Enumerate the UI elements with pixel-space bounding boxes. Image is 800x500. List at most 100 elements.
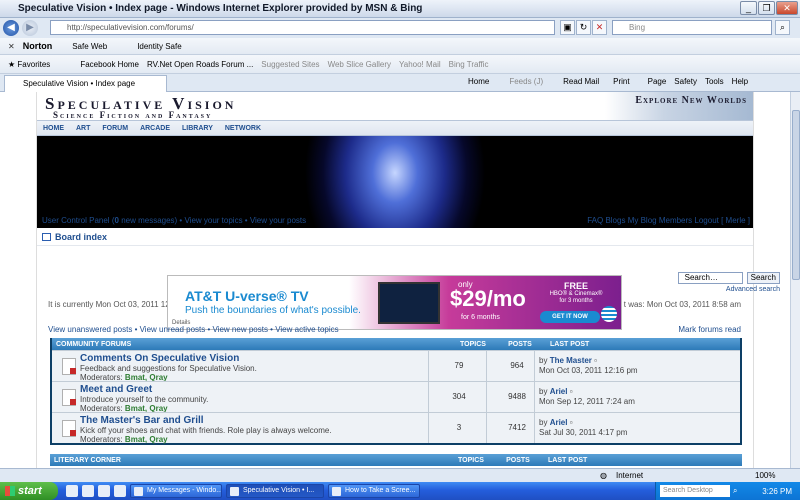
compat-view-icon[interactable]: ▣ bbox=[560, 20, 575, 35]
safe-web-button[interactable]: Safe Web bbox=[72, 42, 107, 51]
forum-title[interactable]: Comments On Speculative Vision bbox=[80, 353, 257, 364]
col-posts: POSTS bbox=[506, 456, 530, 464]
your-topics-link[interactable]: View your topics bbox=[184, 216, 242, 225]
last-post-author[interactable]: Ariel bbox=[550, 387, 568, 396]
system-tray: Search Desktop ⌕ 3:26 PM bbox=[655, 482, 800, 500]
nav-arcade[interactable]: ARCADE bbox=[140, 125, 170, 132]
home-button[interactable]: Home bbox=[468, 77, 489, 86]
fav-item-webslice[interactable]: Web Slice Gallery bbox=[328, 60, 391, 69]
page-menu[interactable]: Page bbox=[648, 77, 667, 86]
forum-row: The Master's Bar and Grill Kick off your… bbox=[52, 412, 740, 444]
word-quicklaunch-icon[interactable] bbox=[66, 485, 78, 497]
new-messages-link[interactable]: new messages bbox=[121, 216, 174, 225]
search-icon[interactable]: ⌕ bbox=[733, 486, 737, 496]
ad-cta-button[interactable]: GET IT NOW bbox=[540, 311, 600, 323]
minimize-button[interactable]: _ bbox=[740, 1, 757, 15]
zoom-level[interactable]: 100% bbox=[755, 471, 775, 480]
taskbar-item-screenshot-howto[interactable]: How to Take a Scree... bbox=[328, 484, 420, 498]
tools-menu[interactable]: Tools bbox=[705, 77, 724, 86]
print-button[interactable]: Print bbox=[613, 77, 629, 86]
forum-description: Kick off your shoes and chat with friend… bbox=[80, 426, 332, 435]
nav-forum[interactable]: FORUM bbox=[102, 125, 128, 132]
page-viewport: Speculative Vision Science Fiction and F… bbox=[0, 92, 790, 468]
forum-category-title[interactable]: COMMUNITY FORUMS bbox=[56, 341, 444, 348]
topics-count: 304 bbox=[452, 392, 466, 401]
quick-links[interactable]: View unanswered posts • View unread post… bbox=[48, 325, 339, 334]
ie-quicklaunch-icon[interactable] bbox=[82, 485, 94, 497]
fav-item-suggested[interactable]: Suggested Sites bbox=[261, 60, 319, 69]
forum-title[interactable]: The Master's Bar and Grill bbox=[80, 415, 332, 426]
forward-button[interactable]: ▶ bbox=[22, 20, 38, 36]
ad-free-sub: HBO® & Cinemax® for 3 months bbox=[549, 291, 603, 304]
fav-item-bing-traffic[interactable]: Bing Traffic bbox=[449, 60, 489, 69]
your-posts-link[interactable]: View your posts bbox=[250, 216, 306, 225]
my-blog-link[interactable]: My Blog bbox=[628, 216, 657, 225]
read-mail-button[interactable]: Read Mail bbox=[563, 77, 599, 86]
forum-search-input[interactable]: Search… bbox=[677, 272, 743, 284]
identity-safe-button[interactable]: Identity Safe bbox=[137, 42, 181, 51]
maximize-button[interactable]: ❐ bbox=[758, 1, 775, 15]
advanced-search-link[interactable]: Advanced search bbox=[726, 286, 780, 293]
literary-corner-block: LITERARY CORNER TOPICS POSTS LAST POST bbox=[50, 454, 742, 466]
close-toolbar-icon[interactable]: ✕ bbox=[8, 42, 15, 51]
window-titlebar: Speculative Vision • Index page - Window… bbox=[0, 0, 800, 18]
vertical-scrollbar[interactable] bbox=[790, 92, 800, 468]
clock[interactable]: 3:26 PM bbox=[762, 487, 792, 496]
nav-library[interactable]: LIBRARY bbox=[182, 125, 213, 132]
start-button[interactable]: start bbox=[0, 482, 58, 500]
bing-search-input[interactable]: Bing bbox=[612, 20, 772, 35]
favorites-button[interactable]: ★ Favorites bbox=[8, 60, 50, 69]
last-post-date: Mon Oct 03, 2011 12:16 pm bbox=[539, 366, 638, 375]
col-topics: TOPICS bbox=[458, 456, 484, 464]
taskbar-item-speculative-vision[interactable]: Speculative Vision • I... bbox=[226, 484, 324, 498]
blogs-link[interactable]: Blogs bbox=[605, 216, 625, 225]
fav-item-facebook[interactable]: Facebook Home bbox=[80, 60, 139, 69]
ucp-link[interactable]: User Control Panel bbox=[42, 216, 110, 225]
mark-forums-read-link[interactable]: Mark forums read bbox=[678, 325, 741, 334]
windows-taskbar: start My Messages - Windo... Speculative… bbox=[0, 482, 800, 500]
forum-category-title[interactable]: LITERARY CORNER bbox=[54, 457, 442, 464]
desktop-quicklaunch-icon[interactable] bbox=[98, 485, 110, 497]
view-latest-post-icon[interactable]: ▫ bbox=[594, 356, 597, 365]
moderators-links[interactable]: Bmat, Qray bbox=[125, 435, 168, 444]
close-window-button[interactable]: ✕ bbox=[776, 1, 798, 15]
last-post-author[interactable]: Ariel bbox=[550, 418, 568, 427]
media-quicklaunch-icon[interactable] bbox=[114, 485, 126, 497]
faq-link[interactable]: FAQ bbox=[587, 216, 603, 225]
user-links: FAQ Blogs My Blog Members Logout [ Merle… bbox=[587, 216, 750, 225]
att-advertisement[interactable]: AT&T U-verse® TV Push the boundaries of … bbox=[167, 275, 622, 330]
stop-icon[interactable]: ✕ bbox=[592, 20, 607, 35]
url-field[interactable]: http://speculativevision.com/forums/ bbox=[50, 20, 555, 35]
fav-item-yahoo[interactable]: Yahoo! Mail bbox=[399, 60, 441, 69]
taskbar-item-messages[interactable]: My Messages - Windo... bbox=[130, 484, 222, 498]
norton-brand[interactable]: Norton bbox=[23, 41, 53, 51]
favorites-bar: ★ Favorites Facebook Home RV.Net Open Ro… bbox=[0, 55, 800, 74]
scrollbar-thumb[interactable] bbox=[792, 110, 800, 280]
command-bar: Home Feeds (J) Read Mail Print Page Safe… bbox=[460, 77, 748, 86]
last-post-author[interactable]: The Master bbox=[550, 356, 592, 365]
view-latest-post-icon[interactable]: ▫ bbox=[570, 418, 573, 427]
feeds-button[interactable]: Feeds (J) bbox=[509, 77, 543, 86]
fav-item-rvnet[interactable]: RV.Net Open Roads Forum ... bbox=[147, 60, 253, 69]
logout-link[interactable]: Logout [ Merle ] bbox=[694, 216, 750, 225]
nav-art[interactable]: ART bbox=[76, 125, 90, 132]
by-label: by bbox=[539, 356, 548, 365]
search-icon[interactable]: ⌕ bbox=[775, 20, 790, 35]
home-icon bbox=[42, 232, 51, 241]
members-link[interactable]: Members bbox=[659, 216, 692, 225]
back-button[interactable]: ◀ bbox=[3, 20, 19, 36]
tab-speculative-vision[interactable]: Speculative Vision • Index page bbox=[4, 75, 167, 92]
board-index-link[interactable]: Board index bbox=[55, 232, 107, 242]
ad-price: $29/mo bbox=[450, 286, 526, 311]
forum-title[interactable]: Meet and Greet bbox=[80, 384, 208, 395]
safety-menu[interactable]: Safety bbox=[674, 77, 697, 86]
forum-search-button[interactable]: Search bbox=[746, 272, 780, 284]
help-menu[interactable]: Help bbox=[732, 77, 748, 86]
refresh-icon[interactable]: ↻ bbox=[576, 20, 591, 35]
nav-network[interactable]: NETWORK bbox=[225, 125, 261, 132]
desktop-search-input[interactable]: Search Desktop bbox=[660, 485, 730, 497]
last-post: by Ariel ▫ Sat Jul 30, 2011 4:17 pm bbox=[539, 418, 627, 438]
view-latest-post-icon[interactable]: ▫ bbox=[570, 387, 573, 396]
nav-home[interactable]: HOME bbox=[43, 125, 64, 132]
site-header: Speculative Vision Science Fiction and F… bbox=[37, 92, 753, 120]
